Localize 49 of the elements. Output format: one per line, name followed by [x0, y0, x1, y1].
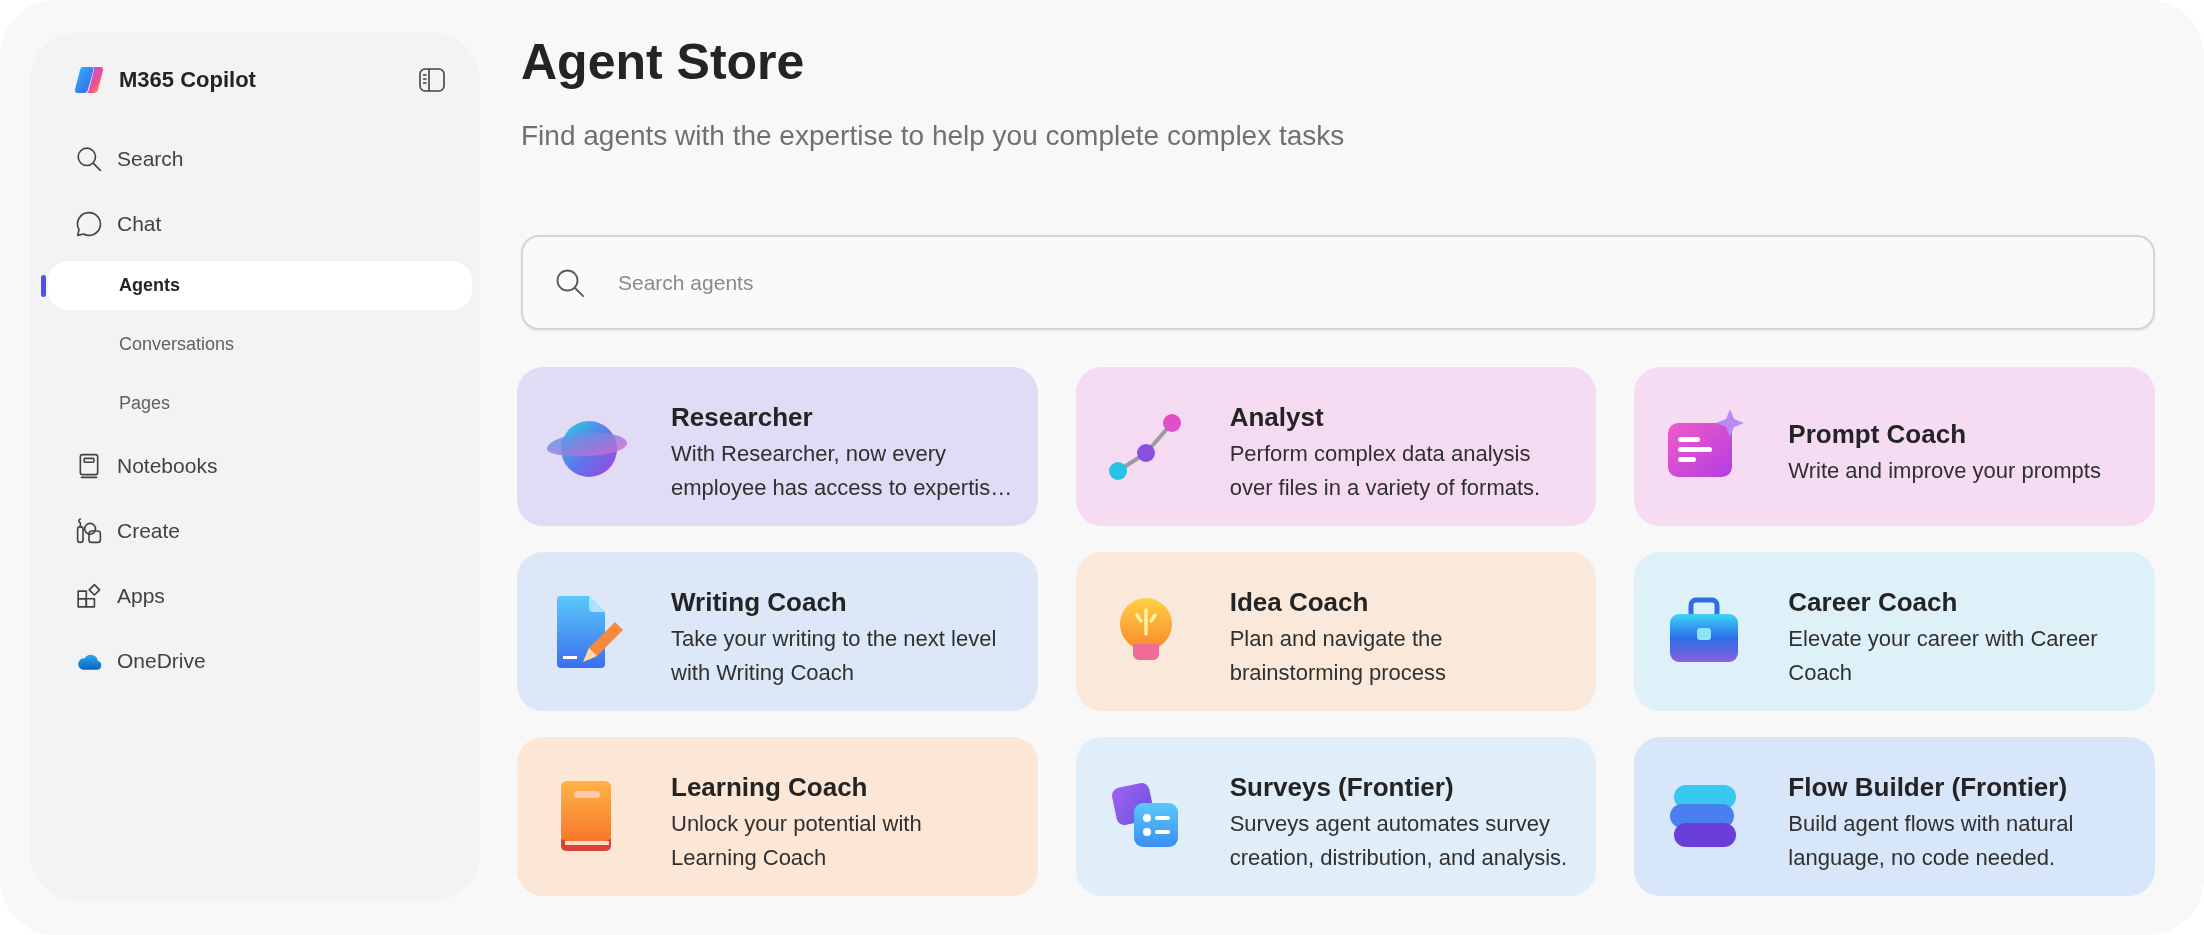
agent-description: Take your writing to the next level with Writing Coach: [671, 624, 998, 687]
agent-card[interactable]: Career Coach Elevate your career with Career Coach: [1634, 552, 2155, 711]
agent-name: Learning Coach: [671, 770, 868, 804]
nav-item[interactable]: Apps: [48, 571, 472, 620]
logo-icon: [74, 66, 104, 94]
agent-card[interactable]: Idea Coach Plan and navigate the brainstorming process: [1075, 552, 1597, 711]
nav-item[interactable]: OneDrive: [48, 636, 472, 685]
agent-name: Career Coach: [1788, 585, 1958, 619]
nav-item[interactable]: Chat: [48, 199, 472, 248]
agent-card[interactable]: Writing Coach Take your writing to the next level with Writing Coach: [517, 552, 1038, 711]
agent-name: Surveys (Frontier): [1229, 770, 1454, 804]
agent-name: Idea Coach: [1229, 585, 1369, 619]
nav-subitem[interactable]: Pages: [48, 379, 472, 428]
search-icon: [555, 267, 585, 298]
chat-bubble-icon: [76, 210, 102, 237]
agent-card[interactable]: Researcher With Researcher, now every employee has access to expertis…: [517, 367, 1038, 526]
page-subtitle: Find agents with the expertise to help you complete complex tasks: [520, 119, 1345, 153]
agent-card[interactable]: Surveys (Frontier) Surveys agent automates survey creation, distribution, and analysis.: [1075, 737, 1597, 896]
search-field[interactable]: Search agents: [521, 235, 2155, 330]
nav-item[interactable]: Create: [48, 506, 472, 555]
agent-description: Surveys agent automates survey creation, distribution, and analysis.: [1229, 809, 1569, 872]
agent-card[interactable]: Learning Coach Unlock your potential with Learning Coach: [517, 737, 1038, 896]
agent-card[interactable]: Analyst Perform complex data analysis over files in a variety of formats.: [1075, 367, 1597, 526]
agent-description: Write and improve your prompts: [1788, 456, 2101, 485]
agent-name: Analyst: [1229, 400, 1324, 434]
agent-card[interactable]: Flow Builder (Frontier) Build agent flows with natural language, no code needed.: [1634, 737, 2155, 896]
agent-name: Writing Coach: [671, 585, 847, 619]
selection-indicator: [41, 274, 46, 297]
panel-icon: [419, 68, 445, 92]
agent-card[interactable]: Prompt Coach Write and improve your prompts: [1634, 367, 2155, 526]
agent-description: With Researcher, now every employee has access to expertis…: [671, 439, 1013, 502]
agent-description: Build agent flows with natural language, no code needed.: [1788, 809, 2075, 872]
agent-description: Elevate your career with Career Coach: [1788, 624, 2099, 687]
agent-name: Flow Builder (Frontier): [1788, 770, 2068, 804]
apps-icon: [76, 582, 102, 609]
nav-item[interactable]: Search: [48, 134, 472, 183]
agent-description: Perform complex data analysis over files in a variety of formats.: [1229, 439, 1542, 502]
agent-description: Plan and navigate the brainstorming process: [1229, 624, 1448, 687]
app-title: M365 Copilot: [119, 67, 257, 93]
nav-subitem[interactable]: Agents: [48, 261, 472, 310]
nav-subitem[interactable]: Conversations: [48, 320, 472, 369]
agent-name: Prompt Coach: [1788, 417, 1966, 451]
agent-description: Unlock your potential with Learning Coach: [671, 809, 923, 872]
page-title: Agent Store: [520, 34, 805, 90]
nav-item[interactable]: Notebooks: [48, 441, 472, 490]
search-icon: [76, 145, 102, 172]
sidebar-toggle-button[interactable]: [419, 68, 445, 92]
agent-name: Researcher: [671, 400, 813, 434]
brush-shapes-icon: [76, 517, 102, 544]
